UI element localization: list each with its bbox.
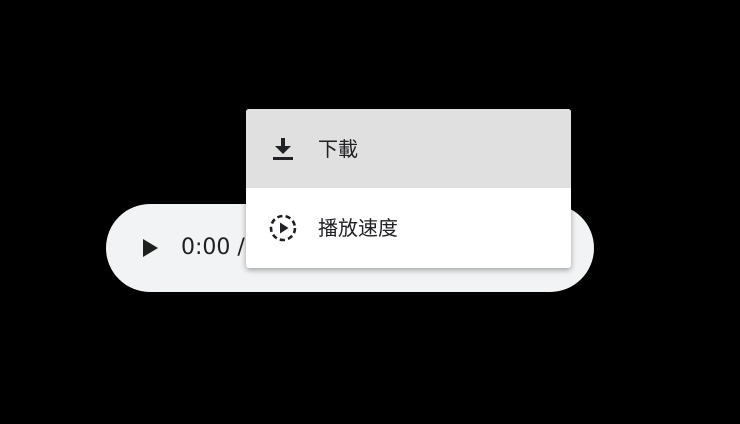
- menu-item-label: 播放速度: [318, 216, 398, 240]
- screen: 0:00 / 下載 播放速度: [0, 0, 740, 424]
- menu-item-download[interactable]: 下載: [246, 109, 571, 188]
- download-icon: [268, 134, 298, 164]
- menu-item-label: 下載: [318, 136, 358, 161]
- player-context-menu: 下載 播放速度: [246, 109, 571, 268]
- playback-speed-icon: [268, 213, 298, 243]
- play-icon: [143, 239, 158, 257]
- play-button[interactable]: [128, 226, 172, 270]
- menu-item-playback-speed[interactable]: 播放速度: [246, 188, 571, 268]
- time-display: 0:00 /: [181, 235, 245, 260]
